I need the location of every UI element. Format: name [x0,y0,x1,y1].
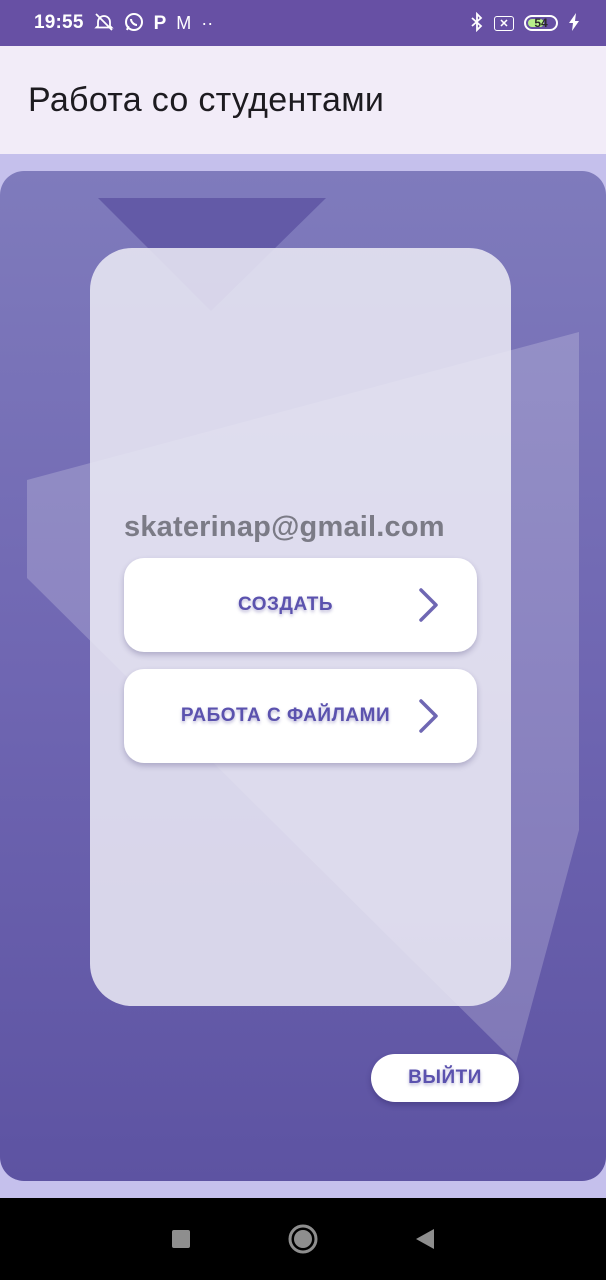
exit-button-label: ВЫЙТИ [408,1067,482,1088]
user-email: skaterinap@gmail.com [124,511,445,543]
files-button[interactable]: РАБОТА С ФАЙЛАМИ [124,669,477,763]
whatsapp-icon [124,12,144,35]
status-right: ✕ 54 [470,11,580,35]
status-time: 19:55 [34,12,84,33]
bluetooth-icon [470,11,484,35]
alarm-off-icon [93,12,114,35]
back-triangle-icon [416,1229,434,1249]
files-button-label: РАБОТА С ФАЙЛАМИ [180,705,391,726]
battery-icon: 54 [524,15,558,31]
more-dots-icon: ·· [201,13,214,33]
status-bar: 19:55 P M ·· ✕ 54 [0,0,606,46]
back-button[interactable] [395,1209,455,1269]
chevron-right-icon [417,587,477,623]
charging-icon [568,12,580,35]
battery-level: 54 [534,16,548,30]
page-title: Работа со студентами [28,80,385,119]
recents-square-icon [172,1230,190,1248]
app-bar: Работа со студентами [0,46,606,154]
recents-button[interactable] [151,1209,211,1269]
chevron-right-icon [417,698,477,734]
p-app-icon: P [153,12,167,34]
gmail-icon: M [176,13,192,33]
create-button-label: СОЗДАТЬ [237,594,333,615]
sim-x-icon: ✕ [494,15,514,31]
status-left: 19:55 P M ·· [34,12,213,35]
exit-button[interactable]: ВЫЙТИ [371,1054,519,1102]
system-nav-bar [0,1198,606,1280]
home-circle-icon [288,1224,318,1254]
home-button[interactable] [273,1209,333,1269]
create-button[interactable]: СОЗДАТЬ [124,558,477,652]
